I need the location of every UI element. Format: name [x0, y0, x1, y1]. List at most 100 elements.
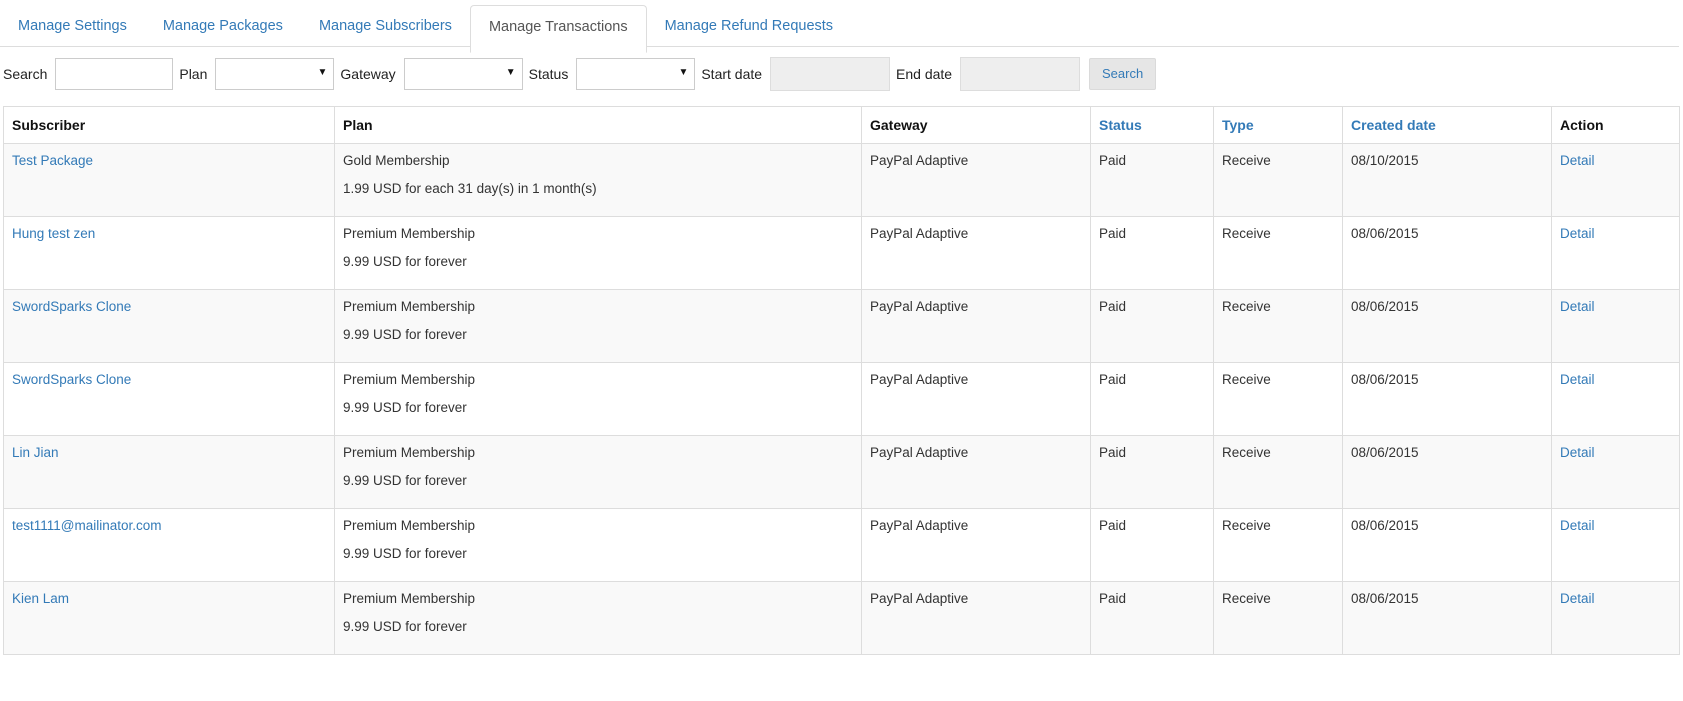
action-cell: Detail	[1551, 216, 1680, 290]
plan-description: 9.99 USD for forever	[343, 400, 467, 415]
subscriber-link[interactable]: test1111@mailinator.com	[12, 518, 162, 533]
gateway-cell: PayPal Adaptive	[861, 435, 1091, 509]
type-cell: Receive	[1213, 362, 1343, 436]
plan-description: 9.99 USD for forever	[343, 473, 467, 488]
status-cell: Paid	[1090, 289, 1214, 363]
plan-select[interactable]: ▼	[215, 58, 335, 90]
action-cell: Detail	[1551, 581, 1680, 655]
header-gateway: Gateway	[861, 106, 1091, 144]
plan-name: Premium Membership	[343, 226, 476, 241]
created-date-cell: 08/06/2015	[1342, 508, 1552, 582]
plan-name: Premium Membership	[343, 299, 476, 314]
gateway-cell: PayPal Adaptive	[861, 289, 1091, 363]
action-cell: Detail	[1551, 289, 1680, 363]
subscriber-link[interactable]: Hung test zen	[12, 226, 95, 241]
tab-manage-settings[interactable]: Manage Settings	[0, 0, 145, 46]
gateway-select[interactable]: ▼	[403, 58, 523, 90]
table-row: Hung test zen Premium Membership 9.99 USD…	[3, 216, 1680, 290]
detail-link[interactable]: Detail	[1560, 299, 1595, 314]
table-header-row: Subscriber Plan Gateway Status Type Crea…	[3, 106, 1680, 144]
action-cell: Detail	[1551, 362, 1680, 436]
tab-manage-refund-requests[interactable]: Manage Refund Requests	[647, 0, 851, 46]
gateway-cell: PayPal Adaptive	[861, 508, 1091, 582]
action-cell: Detail	[1551, 508, 1680, 582]
detail-link[interactable]: Detail	[1560, 518, 1595, 533]
action-cell: Detail	[1551, 143, 1680, 217]
subscriber-cell: Hung test zen	[3, 216, 335, 290]
plan-description: 9.99 USD for forever	[343, 327, 467, 342]
caret-down-icon: ▼	[678, 67, 689, 78]
plan-cell: Premium Membership 9.99 USD for forever	[334, 435, 862, 509]
subscriber-cell: SwordSparks Clone	[3, 362, 335, 436]
plan-description: 9.99 USD for forever	[343, 619, 467, 634]
subscriber-cell: Lin Jian	[3, 435, 335, 509]
end-date-input[interactable]	[960, 57, 1081, 91]
detail-link[interactable]: Detail	[1560, 372, 1595, 387]
detail-link[interactable]: Detail	[1560, 153, 1595, 168]
search-input[interactable]	[55, 58, 174, 90]
gateway-cell: PayPal Adaptive	[861, 581, 1091, 655]
caret-down-icon: ▼	[317, 67, 328, 78]
created-date-cell: 08/06/2015	[1342, 216, 1552, 290]
subscriber-link[interactable]: Test Package	[12, 153, 93, 168]
caret-down-icon: ▼	[505, 67, 516, 78]
plan-description: 1.99 USD for each 31 day(s) in 1 month(s…	[343, 181, 597, 196]
plan-cell: Premium Membership 9.99 USD for forever	[334, 216, 862, 290]
end-date-label: End date	[896, 66, 953, 82]
header-subscriber: Subscriber	[3, 106, 335, 144]
status-label: Status	[528, 66, 569, 82]
subscriber-cell: Test Package	[3, 143, 335, 217]
plan-name: Gold Membership	[343, 153, 450, 168]
action-cell: Detail	[1551, 435, 1680, 509]
plan-cell: Premium Membership 9.99 USD for forever	[334, 508, 862, 582]
status-cell: Paid	[1090, 508, 1214, 582]
subscriber-cell: test1111@mailinator.com	[3, 508, 335, 582]
gateway-cell: PayPal Adaptive	[861, 216, 1091, 290]
tab-manage-packages[interactable]: Manage Packages	[145, 0, 301, 46]
status-cell: Paid	[1090, 435, 1214, 509]
created-date-cell: 08/06/2015	[1342, 435, 1552, 509]
created-date-cell: 08/06/2015	[1342, 362, 1552, 436]
plan-label: Plan	[179, 66, 208, 82]
status-cell: Paid	[1090, 362, 1214, 436]
header-plan: Plan	[334, 106, 862, 144]
subscriber-link[interactable]: Kien Lam	[12, 591, 69, 606]
subscriber-cell: SwordSparks Clone	[3, 289, 335, 363]
type-cell: Receive	[1213, 143, 1343, 217]
table-row: test1111@mailinator.com Premium Membersh…	[3, 508, 1680, 582]
status-cell: Paid	[1090, 216, 1214, 290]
type-cell: Receive	[1213, 435, 1343, 509]
plan-description: 9.99 USD for forever	[343, 254, 467, 269]
type-cell: Receive	[1213, 289, 1343, 363]
detail-link[interactable]: Detail	[1560, 591, 1595, 606]
table-row: Test Package Gold Membership 1.99 USD for…	[3, 143, 1680, 217]
type-cell: Receive	[1213, 581, 1343, 655]
detail-link[interactable]: Detail	[1560, 226, 1595, 241]
plan-name: Premium Membership	[343, 372, 476, 387]
start-date-input[interactable]	[770, 57, 891, 91]
subscriber-link[interactable]: SwordSparks Clone	[12, 372, 131, 387]
status-cell: Paid	[1090, 581, 1214, 655]
tab-manage-transactions[interactable]: Manage Transactions	[469, 5, 647, 53]
tab-manage-subscribers[interactable]: Manage Subscribers	[301, 0, 470, 46]
table-row: Lin Jian Premium Membership 9.99 USD for …	[3, 435, 1680, 509]
created-date-cell: 08/10/2015	[1342, 143, 1552, 217]
subscriber-link[interactable]: SwordSparks Clone	[12, 299, 131, 314]
gateway-cell: PayPal Adaptive	[861, 143, 1091, 217]
table-row: SwordSparks Clone Premium Membership 9.99…	[3, 362, 1680, 436]
tab-bar: Manage Settings Manage Packages Manage S…	[0, 0, 1679, 53]
header-type-sort[interactable]: Type	[1213, 106, 1343, 144]
subscriber-link[interactable]: Lin Jian	[12, 445, 59, 460]
plan-cell: Premium Membership 9.99 USD for forever	[334, 362, 862, 436]
status-cell: Paid	[1090, 143, 1214, 217]
detail-link[interactable]: Detail	[1560, 445, 1595, 460]
search-button[interactable]: Search	[1089, 58, 1157, 90]
gateway-cell: PayPal Adaptive	[861, 362, 1091, 436]
plan-name: Premium Membership	[343, 445, 476, 460]
status-select[interactable]: ▼	[576, 58, 696, 90]
header-status-sort[interactable]: Status	[1090, 106, 1214, 144]
header-created-date-sort[interactable]: Created date	[1342, 106, 1552, 144]
created-date-cell: 08/06/2015	[1342, 581, 1552, 655]
transactions-table: Subscriber Plan Gateway Status Type Crea…	[3, 106, 1680, 655]
table-row: SwordSparks Clone Premium Membership 9.99…	[3, 289, 1680, 363]
